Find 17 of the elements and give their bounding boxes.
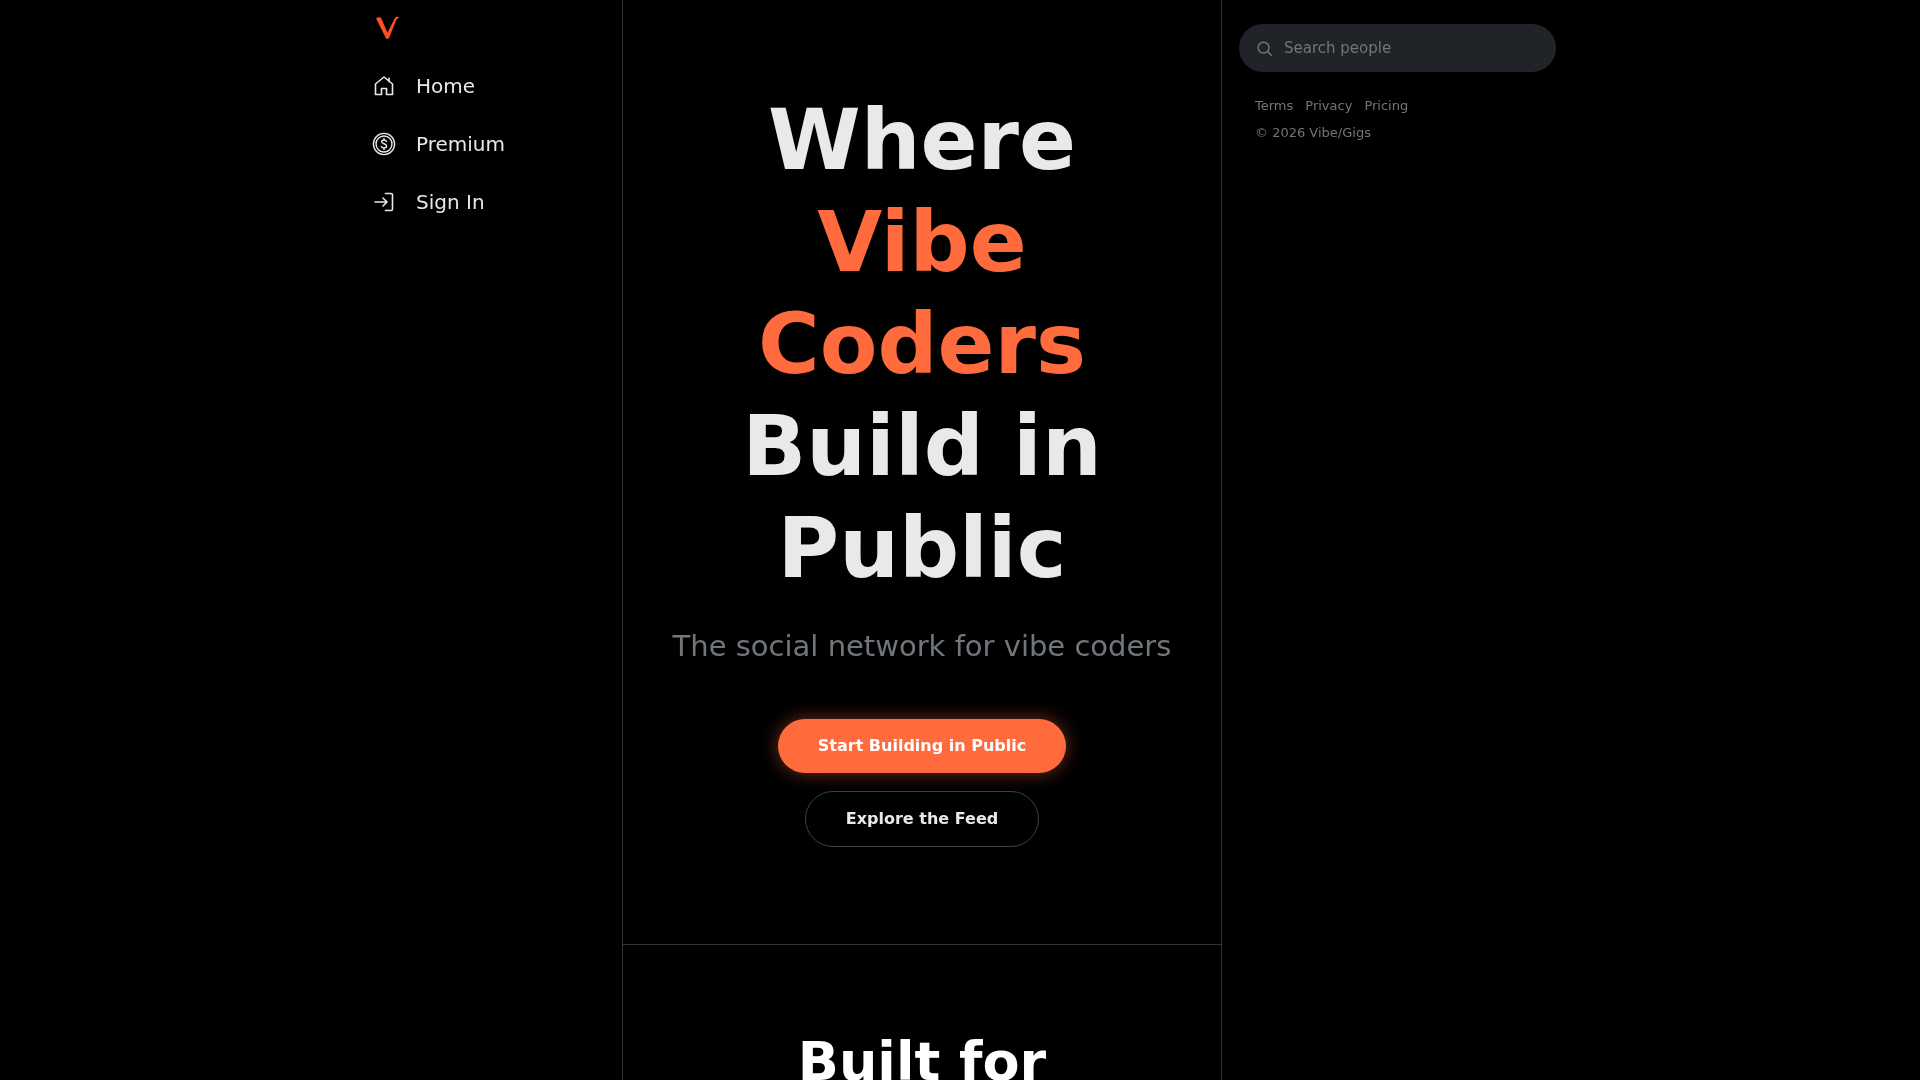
logo-icon[interactable]: [375, 15, 400, 40]
nav-link[interactable]: Premium: [360, 115, 517, 173]
nav-link[interactable]: Home: [360, 57, 488, 115]
search-icon: [1257, 41, 1272, 56]
section-heading: Built for: [797, 1029, 1047, 1080]
copyright-text: © 2026 Vibe/Gigs: [1255, 124, 1371, 142]
hero-heading: Where Vibe Coders Build in Public: [741, 90, 1103, 599]
footer-link[interactable]: Pricing: [1364, 97, 1409, 115]
hero-subtitle: The social network for vibe coders: [672, 628, 1172, 665]
footer-link[interactable]: Terms: [1255, 97, 1294, 115]
footer-link[interactable]: Privacy: [1305, 97, 1353, 115]
home-icon: [372, 74, 396, 98]
search-field[interactable]: Search people: [1239, 24, 1556, 72]
dollar-coin-icon: [372, 132, 396, 156]
enter-arrow-icon: [372, 190, 396, 214]
nav-link[interactable]: Sign In: [360, 173, 497, 231]
secondary-button[interactable]: Explore the Feed: [804, 791, 1040, 847]
